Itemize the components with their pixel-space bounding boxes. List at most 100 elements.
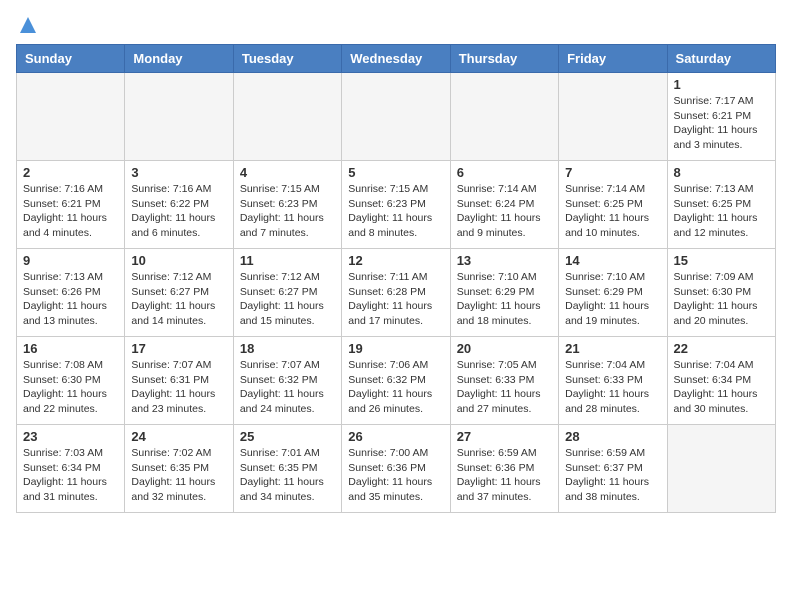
day-number: 15 [674,253,769,268]
day-info: Sunrise: 7:16 AM Sunset: 6:22 PM Dayligh… [131,182,226,241]
day-number: 6 [457,165,552,180]
calendar-table: SundayMondayTuesdayWednesdayThursdayFrid… [16,44,776,513]
day-number: 22 [674,341,769,356]
day-info: Sunrise: 7:09 AM Sunset: 6:30 PM Dayligh… [674,270,769,329]
day-number: 17 [131,341,226,356]
calendar-week-row: 16 Sunrise: 7:08 AM Sunset: 6:30 PM Dayli… [17,337,776,425]
calendar-day-cell: 2Sunrise: 7:16 AM Sunset: 6:21 PM Daylig… [17,161,125,249]
calendar-day-cell: 22 Sunrise: 7:04 AM Sunset: 6:34 PM Dayli… [667,337,775,425]
day-info: Sunrise: 7:05 AM Sunset: 6:33 PM Dayligh… [457,358,552,417]
day-number: 28 [565,429,660,444]
day-info: Sunrise: 7:01 AM Sunset: 6:35 PM Dayligh… [240,446,335,505]
calendar-day-cell: 19Sunrise: 7:06 AM Sunset: 6:32 PM Dayli… [342,337,450,425]
weekday-header: Friday [559,45,667,73]
day-number: 9 [23,253,118,268]
day-info: Sunrise: 7:02 AM Sunset: 6:35 PM Dayligh… [131,446,226,505]
calendar-day-cell [17,73,125,161]
day-info: Sunrise: 7:06 AM Sunset: 6:32 PM Dayligh… [348,358,443,417]
weekday-header: Thursday [450,45,558,73]
calendar-day-cell: 7 Sunrise: 7:14 AM Sunset: 6:25 PM Daylig… [559,161,667,249]
calendar-day-cell: 4 Sunrise: 7:15 AM Sunset: 6:23 PM Daylig… [233,161,341,249]
calendar-day-cell [125,73,233,161]
day-info: Sunrise: 7:07 AM Sunset: 6:32 PM Dayligh… [240,358,335,417]
calendar-day-cell: 26 Sunrise: 7:00 AM Sunset: 6:36 PM Dayli… [342,425,450,513]
day-info: Sunrise: 7:14 AM Sunset: 6:24 PM Dayligh… [457,182,552,241]
calendar-day-cell [450,73,558,161]
day-number: 1 [674,77,769,92]
day-info: Sunrise: 7:10 AM Sunset: 6:29 PM Dayligh… [457,270,552,329]
day-number: 25 [240,429,335,444]
day-number: 2 [23,165,118,180]
calendar-week-row: 9 Sunrise: 7:13 AM Sunset: 6:26 PM Daylig… [17,249,776,337]
day-number: 24 [131,429,226,444]
calendar-week-row: 2Sunrise: 7:16 AM Sunset: 6:21 PM Daylig… [17,161,776,249]
calendar-day-cell: 24 Sunrise: 7:02 AM Sunset: 6:35 PM Dayli… [125,425,233,513]
day-info: Sunrise: 7:07 AM Sunset: 6:31 PM Dayligh… [131,358,226,417]
calendar-week-row: 23Sunrise: 7:03 AM Sunset: 6:34 PM Dayli… [17,425,776,513]
logo-icon [19,16,37,34]
day-info: Sunrise: 7:14 AM Sunset: 6:25 PM Dayligh… [565,182,660,241]
calendar-day-cell [342,73,450,161]
day-number: 26 [348,429,443,444]
day-info: Sunrise: 7:12 AM Sunset: 6:27 PM Dayligh… [240,270,335,329]
calendar-day-cell: 20 Sunrise: 7:05 AM Sunset: 6:33 PM Dayli… [450,337,558,425]
day-number: 11 [240,253,335,268]
calendar-week-row: 1 Sunrise: 7:17 AM Sunset: 6:21 PM Daylig… [17,73,776,161]
calendar-day-cell: 21 Sunrise: 7:04 AM Sunset: 6:33 PM Dayli… [559,337,667,425]
day-number: 27 [457,429,552,444]
day-info: Sunrise: 7:10 AM Sunset: 6:29 PM Dayligh… [565,270,660,329]
day-info: Sunrise: 7:15 AM Sunset: 6:23 PM Dayligh… [348,182,443,241]
day-info: Sunrise: 7:17 AM Sunset: 6:21 PM Dayligh… [674,94,769,153]
weekday-header: Monday [125,45,233,73]
calendar-day-cell [667,425,775,513]
day-info: Sunrise: 7:15 AM Sunset: 6:23 PM Dayligh… [240,182,335,241]
weekday-header: Sunday [17,45,125,73]
day-number: 13 [457,253,552,268]
day-number: 20 [457,341,552,356]
calendar-day-cell: 8Sunrise: 7:13 AM Sunset: 6:25 PM Daylig… [667,161,775,249]
calendar-day-cell: 17 Sunrise: 7:07 AM Sunset: 6:31 PM Dayli… [125,337,233,425]
day-info: Sunrise: 7:04 AM Sunset: 6:34 PM Dayligh… [674,358,769,417]
weekday-header: Saturday [667,45,775,73]
day-number: 18 [240,341,335,356]
day-info: Sunrise: 6:59 AM Sunset: 6:37 PM Dayligh… [565,446,660,505]
day-info: Sunrise: 7:04 AM Sunset: 6:33 PM Dayligh… [565,358,660,417]
calendar-day-cell: 10Sunrise: 7:12 AM Sunset: 6:27 PM Dayli… [125,249,233,337]
day-info: Sunrise: 7:08 AM Sunset: 6:30 PM Dayligh… [23,358,118,417]
day-number: 12 [348,253,443,268]
calendar-day-cell: 1 Sunrise: 7:17 AM Sunset: 6:21 PM Daylig… [667,73,775,161]
calendar-day-cell [559,73,667,161]
calendar-day-cell: 16 Sunrise: 7:08 AM Sunset: 6:30 PM Dayli… [17,337,125,425]
day-number: 5 [348,165,443,180]
day-number: 21 [565,341,660,356]
calendar-day-cell: 12 Sunrise: 7:11 AM Sunset: 6:28 PM Dayli… [342,249,450,337]
day-number: 3 [131,165,226,180]
calendar-day-cell: 13 Sunrise: 7:10 AM Sunset: 6:29 PM Dayli… [450,249,558,337]
calendar-day-cell: 6 Sunrise: 7:14 AM Sunset: 6:24 PM Daylig… [450,161,558,249]
day-info: Sunrise: 7:03 AM Sunset: 6:34 PM Dayligh… [23,446,118,505]
day-number: 7 [565,165,660,180]
weekday-header: Wednesday [342,45,450,73]
day-number: 14 [565,253,660,268]
calendar-day-cell: 5 Sunrise: 7:15 AM Sunset: 6:23 PM Daylig… [342,161,450,249]
calendar-day-cell: 3 Sunrise: 7:16 AM Sunset: 6:22 PM Daylig… [125,161,233,249]
day-info: Sunrise: 7:11 AM Sunset: 6:28 PM Dayligh… [348,270,443,329]
day-info: Sunrise: 7:00 AM Sunset: 6:36 PM Dayligh… [348,446,443,505]
calendar-day-cell: 25 Sunrise: 7:01 AM Sunset: 6:35 PM Dayli… [233,425,341,513]
calendar-day-cell: 18 Sunrise: 7:07 AM Sunset: 6:32 PM Dayli… [233,337,341,425]
calendar-day-cell: 14 Sunrise: 7:10 AM Sunset: 6:29 PM Dayli… [559,249,667,337]
calendar-day-cell: 28 Sunrise: 6:59 AM Sunset: 6:37 PM Dayli… [559,425,667,513]
day-number: 16 [23,341,118,356]
calendar-day-cell: 11 Sunrise: 7:12 AM Sunset: 6:27 PM Dayli… [233,249,341,337]
page-header [16,16,776,32]
calendar-header-row: SundayMondayTuesdayWednesdayThursdayFrid… [17,45,776,73]
logo [16,16,37,32]
day-number: 8 [674,165,769,180]
calendar-day-cell: 23Sunrise: 7:03 AM Sunset: 6:34 PM Dayli… [17,425,125,513]
day-info: Sunrise: 7:13 AM Sunset: 6:26 PM Dayligh… [23,270,118,329]
day-number: 4 [240,165,335,180]
calendar-day-cell: 9 Sunrise: 7:13 AM Sunset: 6:26 PM Daylig… [17,249,125,337]
calendar-day-cell: 15 Sunrise: 7:09 AM Sunset: 6:30 PM Dayli… [667,249,775,337]
day-info: Sunrise: 7:12 AM Sunset: 6:27 PM Dayligh… [131,270,226,329]
calendar-day-cell: 27Sunrise: 6:59 AM Sunset: 6:36 PM Dayli… [450,425,558,513]
